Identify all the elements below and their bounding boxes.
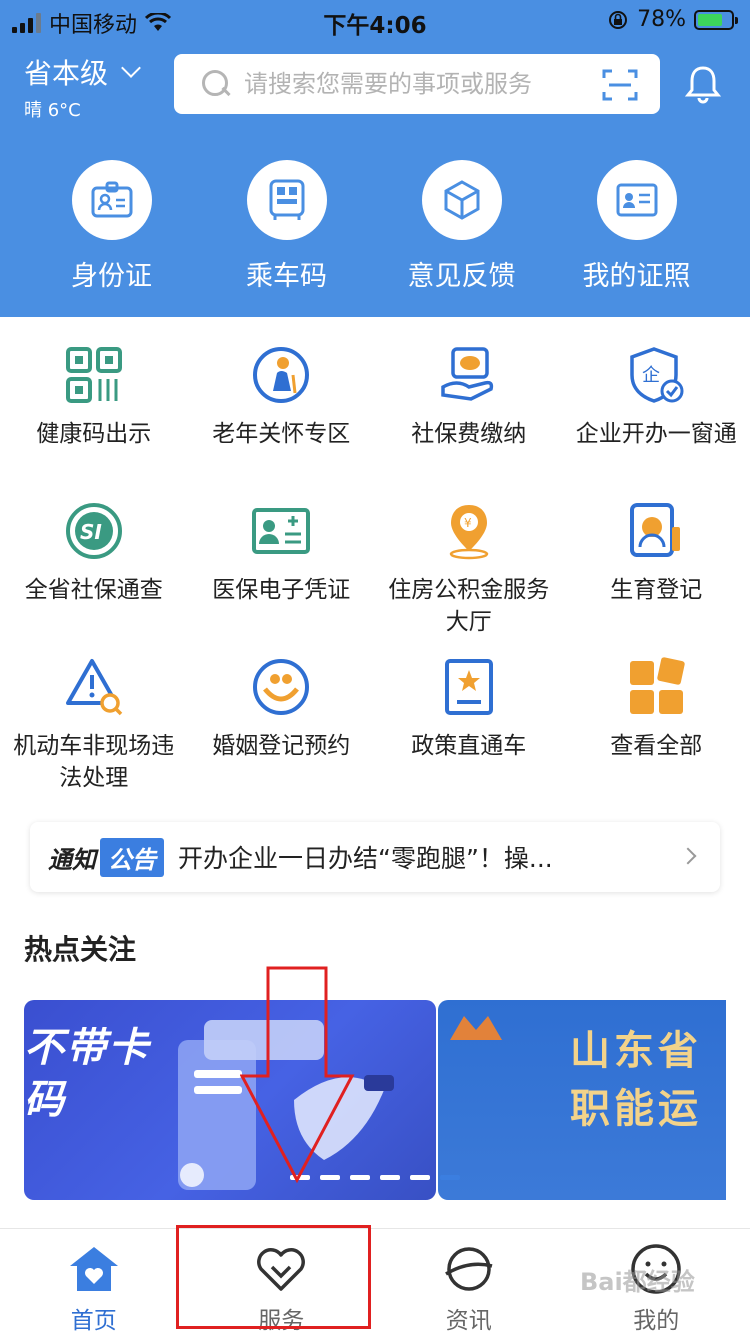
marriage-icon xyxy=(253,659,310,715)
si-icon: SI xyxy=(65,503,122,559)
service-label: 住房公积金服务大厅 xyxy=(388,577,550,635)
status-bar: 中国移动 下午4:06 78% xyxy=(0,0,750,42)
service-health-code[interactable]: 健康码出示 xyxy=(0,340,188,496)
cube-icon xyxy=(444,180,479,220)
banner-text: 山东省 职能运 xyxy=(570,1028,702,1132)
housing-fund-icon: ¥ xyxy=(449,505,488,560)
service-social-security-payment[interactable]: 社保费缴纳 xyxy=(375,340,563,496)
weather: 晴 6°C xyxy=(24,100,81,121)
tab-label: 我的 xyxy=(633,1308,680,1334)
service-medical-card[interactable]: 医保电子凭证 xyxy=(188,496,376,652)
announcement-tag: 公告 xyxy=(100,837,164,877)
medical-card-icon xyxy=(252,508,311,554)
search-icon xyxy=(200,68,232,100)
service-label: 政策直通车 xyxy=(411,733,527,759)
banner-text: 不带卡 码 xyxy=(24,1025,150,1123)
search-bar[interactable] xyxy=(174,54,660,114)
service-grid: 健康码出示 老年关怀专区 社保费缴纳 企 企业开办一窗通 SI 全省社保通查 医… xyxy=(0,340,750,808)
service-elderly-care[interactable]: 老年关怀专区 xyxy=(188,340,376,496)
planet-icon xyxy=(444,1247,493,1291)
watermark: Bai都经验 xyxy=(580,1268,695,1296)
service-policy[interactable]: 政策直通车 xyxy=(375,652,563,808)
region-name: 省本级 xyxy=(24,57,109,90)
section-title-hot: 热点关注 xyxy=(24,933,137,966)
social-security-payment-icon xyxy=(441,347,493,401)
quick-label: 我的证照 xyxy=(582,261,691,292)
orientation-lock-icon xyxy=(609,10,628,29)
service-housing-fund[interactable]: ¥ 住房公积金服务大厅 xyxy=(375,496,563,652)
header: 中国移动 下午4:06 78% 省本级 晴 6°C 请搜索您需要的事项或服务 身… xyxy=(0,0,750,317)
quick-label: 身份证 xyxy=(71,261,152,292)
policy-book-icon xyxy=(444,659,493,715)
chevron-down-icon xyxy=(121,58,141,78)
birth-registration-icon xyxy=(630,503,681,557)
service-label: 机动车非现场违法处理 xyxy=(13,733,175,791)
service-label: 生育登记 xyxy=(610,577,703,603)
warning-icon xyxy=(65,659,122,716)
notice-text: 开办企业一日办结“零跑腿”！操... xyxy=(178,844,553,873)
scan-icon[interactable] xyxy=(602,68,638,102)
service-birth-registration[interactable]: 生育登记 xyxy=(563,496,750,652)
service-enterprise[interactable]: 企 企业开办一窗通 xyxy=(563,340,750,496)
service-view-all[interactable]: 查看全部 xyxy=(563,652,750,808)
id-card-icon xyxy=(91,181,132,218)
quick-label: 乘车码 xyxy=(246,261,327,292)
service-marriage[interactable]: 婚姻登记预约 xyxy=(188,652,376,808)
license-icon xyxy=(616,183,657,217)
tab-label: 资讯 xyxy=(445,1308,492,1334)
svg-text:企: 企 xyxy=(642,365,660,386)
banner-shandong[interactable]: 山东省 职能运 xyxy=(438,1000,726,1200)
annotation-box xyxy=(176,1225,371,1329)
banner-card-free[interactable]: 不带卡 码 xyxy=(24,1000,436,1200)
quick-actions: 身份证 乘车码 意见反馈 我的证照 xyxy=(0,160,750,293)
tab-home[interactable]: 首页 xyxy=(0,1229,188,1334)
chevron-right-icon xyxy=(679,847,697,865)
elderly-icon xyxy=(253,347,310,403)
service-label: 全省社保通查 xyxy=(24,577,163,603)
enterprise-icon: 企 xyxy=(630,347,684,403)
bell-icon[interactable] xyxy=(684,64,722,104)
home-icon xyxy=(69,1247,118,1291)
svg-text:¥: ¥ xyxy=(464,516,472,530)
svg-text:SI: SI xyxy=(80,520,102,544)
quick-license[interactable]: 我的证照 xyxy=(549,160,724,293)
qr-code-icon xyxy=(65,347,122,403)
service-label: 医保电子凭证 xyxy=(212,577,351,603)
notice-bar[interactable]: 通知 公告 开办企业一日办结“零跑腿”！操... xyxy=(30,822,720,892)
service-label: 企业开办一窗通 xyxy=(575,421,737,447)
service-label: 健康码出示 xyxy=(36,421,152,447)
quick-id-card[interactable]: 身份证 xyxy=(24,160,199,293)
battery-percent: 78% xyxy=(637,7,686,32)
region-selector[interactable]: 省本级 晴 6°C xyxy=(24,52,141,122)
grid-all-icon xyxy=(630,657,685,714)
quick-bus-code[interactable]: 乘车码 xyxy=(199,160,374,293)
battery-icon xyxy=(694,9,738,30)
bus-code-icon xyxy=(269,179,304,220)
service-label: 老年关怀专区 xyxy=(212,421,351,447)
annotation-arrow-icon xyxy=(240,966,355,1184)
service-label: 婚姻登记预约 xyxy=(212,733,351,759)
quick-label: 意见反馈 xyxy=(407,261,516,292)
service-label: 查看全部 xyxy=(610,733,703,759)
tab-news[interactable]: 资讯 xyxy=(375,1229,563,1334)
notice-tag: 通知 xyxy=(48,845,96,874)
quick-feedback[interactable]: 意见反馈 xyxy=(374,160,549,293)
service-social-query[interactable]: SI 全省社保通查 xyxy=(0,496,188,652)
service-vehicle-violation[interactable]: 机动车非现场违法处理 xyxy=(0,652,188,808)
emblem-icon xyxy=(450,1016,502,1040)
search-input[interactable] xyxy=(244,70,584,98)
tab-label: 首页 xyxy=(70,1308,117,1334)
service-label: 社保费缴纳 xyxy=(411,421,527,447)
